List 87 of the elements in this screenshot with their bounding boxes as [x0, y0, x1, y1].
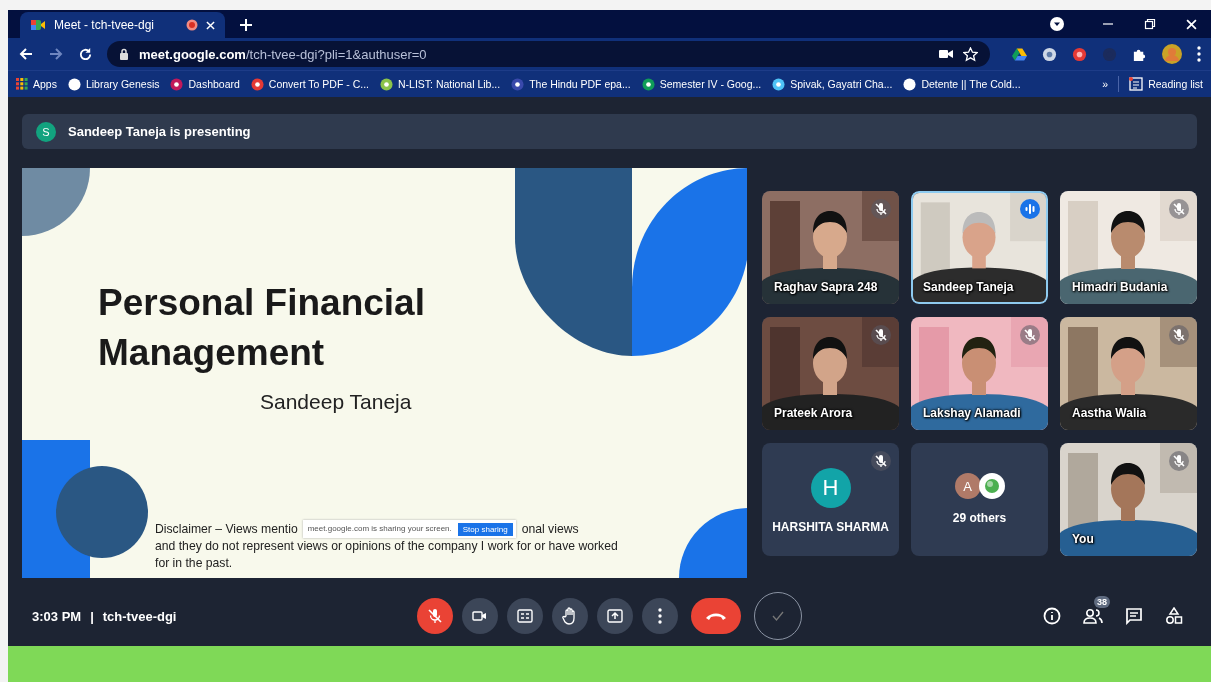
participant-name: Sandeep Taneja — [923, 279, 1014, 294]
reload-icon[interactable] — [78, 46, 93, 62]
lock-icon — [119, 48, 129, 60]
forward-icon[interactable] — [48, 46, 64, 62]
bookmark[interactable]: The Hindu PDF epa... — [511, 77, 631, 91]
bookmark[interactable]: Library Genesis — [67, 77, 160, 91]
notice-text: meet.google.com is sharing your screen. — [307, 522, 452, 535]
participant-name: Prateek Arora — [774, 405, 853, 420]
check-icon — [771, 610, 785, 622]
bookmark[interactable]: Convert To PDF - C... — [250, 77, 369, 91]
avatar-icon[interactable] — [1162, 44, 1182, 64]
site-icon — [250, 77, 264, 91]
site-icon — [903, 77, 917, 91]
bookmark[interactable]: Dashboard — [170, 77, 240, 91]
drive-icon[interactable] — [1012, 47, 1027, 61]
overflow-chevron[interactable]: » — [1102, 78, 1109, 90]
meeting-code: tch-tvee-dgi — [102, 608, 177, 624]
stop-sharing-button[interactable]: Stop sharing — [457, 522, 513, 536]
site-icon — [380, 77, 393, 91]
reading-list-icon[interactable] — [1129, 77, 1144, 91]
back-icon[interactable] — [18, 46, 34, 62]
chat-icon[interactable] — [1125, 607, 1143, 625]
restore-icon[interactable] — [1144, 18, 1156, 30]
extension-icon[interactable] — [1072, 46, 1087, 62]
disclaimer-text: onal views — [521, 520, 579, 538]
avatar-initial: S — [36, 121, 56, 142]
disclaimer-text: Disclaimer – Views mentio — [155, 520, 298, 538]
reading-list-button[interactable]: Reading list — [1129, 77, 1203, 91]
meeting-time: 3:03 PM — [32, 608, 82, 624]
present-button[interactable] — [597, 598, 633, 634]
leave-button[interactable] — [691, 598, 741, 634]
camera-logo-icon — [30, 18, 46, 32]
apps-grid-icon — [16, 78, 28, 90]
avatar-initial: H — [810, 468, 851, 508]
more-button[interactable] — [642, 598, 678, 634]
participant-name: Aastha Walia — [1072, 405, 1147, 420]
url-text: meet.google.com/tch-tvee-dgi?pli=1&authuser=0 — [139, 46, 428, 62]
site-icon — [511, 77, 525, 91]
more-icon — [1197, 46, 1201, 62]
record-dot-icon — [186, 19, 198, 31]
count-badge: 38 — [1094, 596, 1110, 608]
caret-circle-icon[interactable] — [1050, 17, 1064, 31]
presenting-text: Sandeep Taneja is presenting — [68, 124, 251, 139]
disclaimer-text: and they do not represent views or opinions of the company I work for or have worked for in the past. — [155, 538, 619, 571]
hand-button[interactable] — [552, 598, 588, 634]
new-tab-icon[interactable] — [239, 18, 253, 32]
bookmark[interactable]: Spivak, Gayatri Cha... — [772, 77, 893, 91]
participant-name: Lakshay Alamadi — [923, 405, 1021, 420]
separator: | — [90, 608, 94, 624]
site-icon — [772, 77, 786, 91]
shapes-icon[interactable] — [1165, 607, 1183, 625]
address-bar[interactable]: meet.google.com/tch-tvee-dgi?pli=1&authuser=0 — [107, 41, 990, 67]
info-icon[interactable] — [1043, 607, 1061, 625]
star-icon[interactable] — [963, 46, 978, 62]
slide-title: Personal Financial Management — [98, 281, 426, 375]
site-icon — [67, 77, 81, 91]
bookmark[interactable]: Detente || The Cold... — [903, 77, 1021, 91]
close-icon[interactable] — [1186, 18, 1197, 30]
mic-off-icon — [427, 608, 443, 624]
more-icon — [658, 608, 662, 624]
captions-icon — [517, 609, 533, 623]
camera-icon[interactable] — [939, 49, 953, 59]
participant-name: HARSHITA SHARMA — [772, 520, 889, 534]
browser-tab[interactable]: Meet - tch-tvee-dgi — [20, 12, 225, 38]
bookmark[interactable]: N-LIST: National Lib... — [380, 77, 501, 91]
hand-icon — [562, 607, 578, 625]
avatar-initial: A — [954, 473, 981, 499]
site-icon — [641, 77, 655, 91]
site-icon — [170, 77, 184, 91]
participant-name: Raghav Sapra 248 — [774, 279, 878, 294]
phone-icon — [705, 611, 727, 621]
tab-title: Meet - tch-tvee-dgi — [54, 18, 156, 32]
close-icon[interactable] — [206, 20, 215, 30]
participant-name: Himadri Budania — [1072, 279, 1168, 294]
others-count[interactable]: 29 others — [952, 511, 1007, 525]
people-icon[interactable] — [1083, 608, 1103, 624]
bookmark[interactable]: Semester IV - Goog... — [641, 77, 762, 91]
presenter-name: Sandeep Taneja — [260, 390, 413, 414]
camera-button[interactable] — [462, 598, 498, 634]
apps-link[interactable]: Apps — [16, 78, 57, 90]
extension-icon[interactable] — [1042, 46, 1057, 62]
mic-button[interactable] — [417, 598, 453, 634]
camera-icon — [472, 609, 488, 623]
captions-button[interactable] — [507, 598, 543, 634]
present-icon — [607, 609, 623, 623]
participant-name: You — [1072, 531, 1094, 546]
leaf-avatar-icon — [982, 477, 1001, 495]
